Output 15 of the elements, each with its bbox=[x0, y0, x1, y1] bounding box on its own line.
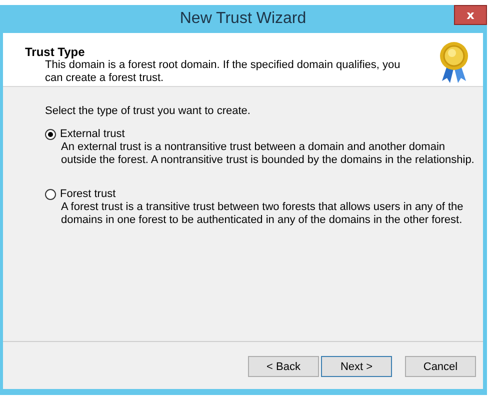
wizard-button[interactable]: Next > bbox=[321, 356, 392, 377]
page-description: This domain is a forest root domain. If the specified domain qualifies, you can create a forest trust. bbox=[44, 59, 402, 85]
window-title: New Trust Wizard bbox=[180, 10, 306, 28]
instruction-text: Select the type of trust you want to create. bbox=[45, 105, 252, 117]
option-label[interactable]: Forest trust bbox=[60, 188, 116, 200]
page-title: Trust Type bbox=[25, 45, 86, 59]
medal-icon bbox=[439, 41, 469, 85]
option-label[interactable]: External trust bbox=[60, 128, 125, 140]
option-description: A forest trust is a transitive trust between two forests that allows users in any of the domains in one forest to be authenticated in any of the domains in the other forest. bbox=[60, 201, 464, 227]
option-description: An external trust is a nontransitive trust between a domain and another domain outside the forest. A nontransitive trust is bounded by the domains in the relationship. bbox=[60, 141, 476, 167]
radio-button[interactable] bbox=[45, 188, 56, 200]
wizard-button[interactable]: Cancel bbox=[405, 356, 476, 377]
radio-button[interactable] bbox=[45, 128, 56, 140]
close-button[interactable]: x bbox=[454, 5, 487, 25]
wizard-button[interactable]: < Back bbox=[248, 356, 319, 377]
